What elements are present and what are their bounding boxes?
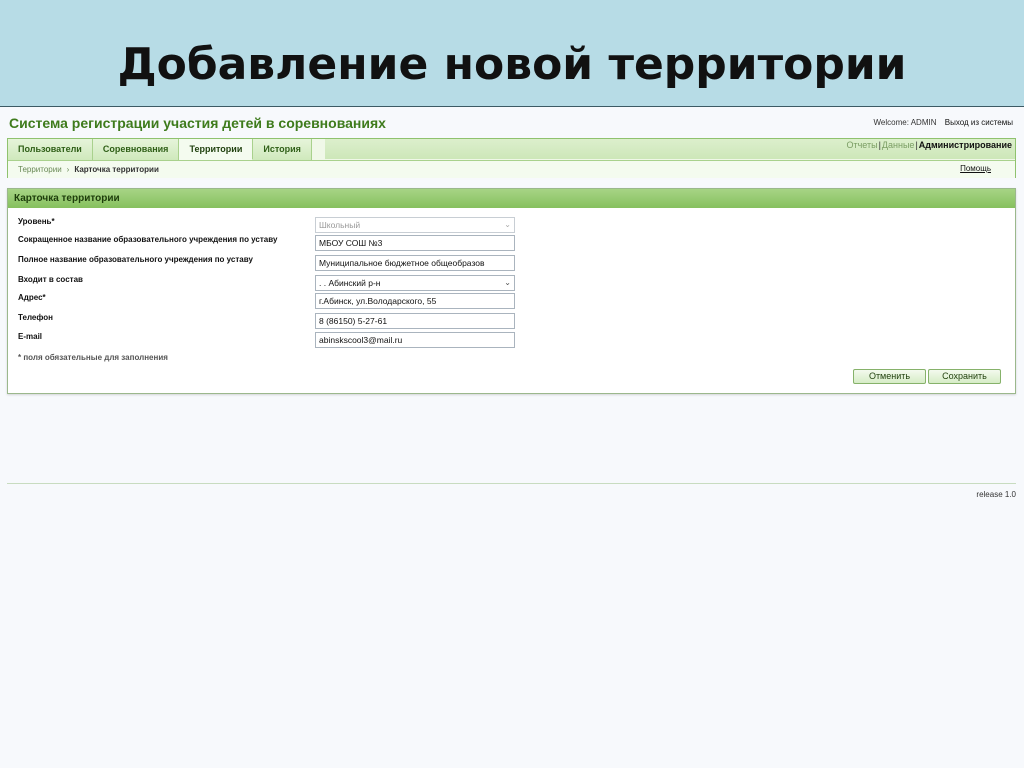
footer-divider (7, 483, 1016, 484)
form-row-phone: Телефон 8 (86150) 5-27-61 (18, 313, 1008, 331)
mode-admin-link[interactable]: Администрирование (919, 140, 1012, 150)
phone-input[interactable]: 8 (86150) 5-27-61 (315, 313, 515, 329)
user-bar: Welcome: ADMIN Выход из системы (874, 118, 1013, 127)
app-window: Система регистрации участия детей в соре… (0, 108, 1024, 768)
mode-reports-link[interactable]: Отчеты (846, 140, 877, 150)
chevron-down-icon: ⌄ (504, 220, 511, 229)
breadcrumb: Территории › Карточка территории (18, 165, 159, 174)
main-navigation: Пользователи Соревнования Территории Ист… (7, 138, 1016, 178)
save-button[interactable]: Сохранить (928, 369, 1001, 384)
mode-data-link[interactable]: Данные (882, 140, 915, 150)
logout-link[interactable]: Выход из системы (945, 118, 1013, 127)
card-title: Карточка территории (8, 189, 1015, 208)
parent-select-value: . . Абинский р-н (319, 278, 381, 288)
level-select-value: Школьный (319, 220, 361, 230)
mode-switcher: Отчеты|Данные|Администрирование (846, 140, 1012, 150)
mode-separator: | (878, 140, 881, 150)
cancel-button[interactable]: Отменить (853, 369, 926, 384)
address-input[interactable]: г.Абинск, ул.Володарского, 55 (315, 293, 515, 309)
breadcrumb-current: Карточка территории (74, 165, 159, 174)
chevron-down-icon: ⌄ (504, 278, 511, 287)
territory-card: Карточка территории Уровень* Школьный ⌄ … (7, 188, 1016, 394)
parent-select[interactable]: . . Абинский р-н ⌄ (315, 275, 515, 291)
slide-header: Добавление новой территории (0, 0, 1024, 107)
form-row-short-name: Сокращенное название образовательного уч… (18, 235, 1008, 253)
form-row-email: E-mail abinskscool3@mail.ru (18, 332, 1008, 350)
tab-users[interactable]: Пользователи (8, 139, 93, 160)
form-row-level: Уровень* Школьный ⌄ (18, 217, 1008, 235)
short-name-label: Сокращенное название образовательного уч… (18, 235, 278, 244)
tab-history[interactable]: История (253, 139, 312, 160)
parent-label: Входит в состав (18, 275, 83, 284)
short-name-input[interactable]: МБОУ СОШ №3 (315, 235, 515, 251)
full-name-input[interactable]: Муниципальное бюджетное общеобразов (315, 255, 515, 271)
full-name-label: Полное название образовательного учрежде… (18, 255, 253, 264)
form-row-full-name: Полное название образовательного учрежде… (18, 255, 1008, 273)
email-input[interactable]: abinskscool3@mail.ru (315, 332, 515, 348)
required-fields-note: * поля обязательные для заполнения (18, 353, 168, 362)
tab-territories[interactable]: Территории (179, 139, 254, 160)
welcome-text: Welcome: ADMIN (873, 118, 937, 127)
tab-list: Пользователи Соревнования Территории Ист… (8, 139, 312, 160)
release-version: release 1.0 (976, 490, 1016, 499)
email-label: E-mail (18, 332, 43, 341)
phone-label: Телефон (18, 313, 53, 322)
breadcrumb-arrow-icon: › (66, 165, 70, 174)
slide-title: Добавление новой территории (117, 39, 907, 90)
form-row-address: Адрес* г.Абинск, ул.Володарского, 55 (18, 293, 1008, 311)
level-label: Уровень* (18, 217, 55, 226)
tab-competitions[interactable]: Соревнования (92, 139, 180, 160)
level-select[interactable]: Школьный ⌄ (315, 217, 515, 233)
address-label: Адрес* (18, 293, 46, 302)
help-link[interactable]: Помощь (960, 164, 991, 173)
form-row-parent: Входит в состав . . Абинский р-н ⌄ (18, 275, 1008, 293)
mode-separator: | (915, 140, 918, 150)
breadcrumb-root-link[interactable]: Территории (18, 165, 62, 174)
app-title: Система регистрации участия детей в соре… (9, 115, 386, 131)
sub-bar: Территории › Карточка территории Помощь (8, 160, 1015, 178)
